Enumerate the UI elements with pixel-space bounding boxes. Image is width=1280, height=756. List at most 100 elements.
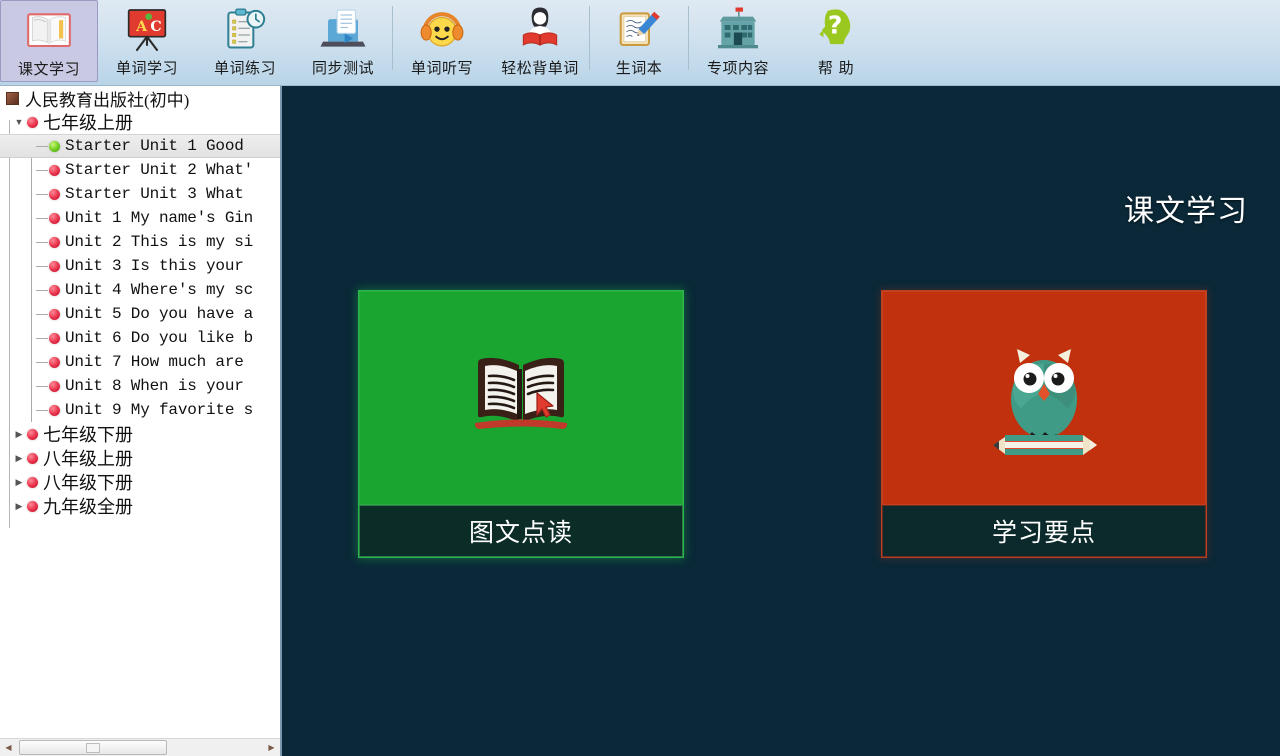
tree-node-grade-4[interactable]: ▶ 九年级全册 bbox=[0, 494, 280, 518]
tree-node-unit-11[interactable]: Unit 9 My favorite s bbox=[0, 398, 280, 422]
node-bullet-icon bbox=[49, 380, 60, 392]
toolbar-button-word-study[interactable]: A C 单词学习 bbox=[98, 0, 196, 82]
tree-node-unit-6[interactable]: Unit 4 Where's my sc bbox=[0, 278, 280, 302]
card-grid: 图文点读 学习要点 bbox=[284, 86, 1280, 756]
scrollbar-thumb[interactable] bbox=[19, 740, 167, 755]
node-bullet-icon bbox=[49, 308, 60, 320]
tree-node-label: Unit 9 My favorite s bbox=[65, 401, 254, 419]
tree-node-label: 八年级上册 bbox=[43, 449, 133, 469]
tree-node-label: 八年级下册 bbox=[43, 473, 133, 493]
tree-connector bbox=[36, 289, 48, 291]
content-panel: 课文学习 图文点读 学习要点 bbox=[284, 86, 1280, 756]
toolbar-label: 课文学习 bbox=[17, 60, 80, 78]
tree-connector bbox=[36, 385, 48, 387]
tree-node-label: Unit 2 This is my si bbox=[65, 233, 254, 251]
tree-connector bbox=[36, 313, 48, 315]
tree-connector bbox=[36, 169, 48, 171]
card-caption: 图文点读 bbox=[359, 505, 683, 557]
laptop-document-play-icon bbox=[320, 9, 366, 47]
toolbar-label: 生词本 bbox=[615, 59, 663, 77]
node-bullet-icon bbox=[49, 260, 60, 272]
toolbar-button-sync-test[interactable]: 同步测试 bbox=[294, 0, 392, 82]
tree-node-unit-8[interactable]: Unit 6 Do you like b bbox=[0, 326, 280, 350]
tree-connector bbox=[36, 265, 48, 267]
tree-node-grade-3[interactable]: ▶ 八年级下册 bbox=[0, 470, 280, 494]
toolbar-button-vocabulary-notebook[interactable]: 生词本 bbox=[590, 0, 688, 82]
tree-node-unit-2[interactable]: Starter Unit 3 What bbox=[0, 182, 280, 206]
tree-node-unit-7[interactable]: Unit 5 Do you have a bbox=[0, 302, 280, 326]
tree-node-label: 人民教育出版社(初中) bbox=[25, 90, 190, 110]
toolbar-button-word-practice[interactable]: 单词练习 bbox=[196, 0, 294, 82]
tree-node-publisher[interactable]: 人民教育出版社(初中) bbox=[0, 86, 280, 110]
node-bullet-icon bbox=[49, 164, 60, 176]
open-book-cursor-icon bbox=[474, 357, 568, 429]
card-study-key-points[interactable]: 学习要点 bbox=[882, 291, 1206, 557]
node-bullet-icon bbox=[49, 188, 60, 200]
toolbar-button-dictation[interactable]: 单词听写 bbox=[393, 0, 491, 82]
svg-text:?: ? bbox=[828, 10, 843, 39]
toolbar-label: 同步测试 bbox=[311, 59, 374, 77]
tree-node-unit-10[interactable]: Unit 8 When is your bbox=[0, 374, 280, 398]
node-bullet-icon bbox=[49, 284, 60, 296]
sidebar-horizontal-scrollbar[interactable]: ◀ ▶ bbox=[0, 738, 280, 756]
application-window: 课文学习 A C 单词学习 单词练习 同步测试 单词听写 轻松背单词 生词本 专… bbox=[0, 0, 1280, 756]
tree-node-unit-9[interactable]: Unit 7 How much are bbox=[0, 350, 280, 374]
tree-node-grade-1[interactable]: ▶ 七年级下册 bbox=[0, 422, 280, 446]
tree-node-unit-0[interactable]: Starter Unit 1 Good bbox=[0, 134, 280, 158]
tree-connector bbox=[36, 241, 48, 243]
scrollbar-track[interactable] bbox=[167, 739, 263, 756]
toolbar-button-memorize-words[interactable]: 轻松背单词 bbox=[491, 0, 589, 82]
node-bullet-icon bbox=[49, 212, 60, 224]
scroll-left-arrow-icon[interactable]: ◀ bbox=[0, 739, 17, 756]
tree-node-label: 七年级下册 bbox=[43, 425, 133, 445]
tree-node-unit-3[interactable]: Unit 1 My name's Gin bbox=[0, 206, 280, 230]
scroll-right-arrow-icon[interactable]: ▶ bbox=[263, 739, 280, 756]
toolbar-button-special-content[interactable]: 专项内容 bbox=[689, 0, 787, 82]
svg-text:C: C bbox=[150, 19, 161, 35]
toolbar-button-help[interactable]: ? 帮 助 bbox=[787, 0, 885, 82]
tree-node-label: Unit 7 How much are bbox=[65, 353, 244, 371]
tree-node-unit-4[interactable]: Unit 2 This is my si bbox=[0, 230, 280, 254]
main-toolbar: 课文学习 A C 单词学习 单词练习 同步测试 单词听写 轻松背单词 生词本 专… bbox=[0, 0, 1280, 86]
card-picture-text-reading[interactable]: 图文点读 bbox=[359, 291, 683, 557]
owl-on-pencil-icon bbox=[993, 348, 1097, 455]
tree-connector bbox=[36, 337, 48, 339]
tree-node-label: Unit 1 My name's Gin bbox=[65, 209, 254, 227]
tree-connector bbox=[36, 193, 48, 195]
chevron-right-icon[interactable]: ▶ bbox=[14, 453, 24, 463]
card-image bbox=[359, 291, 683, 505]
tree-node-label: Unit 4 Where's my sc bbox=[65, 281, 254, 299]
toolbar-label: 单词练习 bbox=[213, 59, 276, 77]
chevron-right-icon[interactable]: ▶ bbox=[14, 501, 24, 511]
toolbar-label: 专项内容 bbox=[706, 59, 769, 77]
tree-node-unit-5[interactable]: Unit 3 Is this your bbox=[0, 254, 280, 278]
node-bullet-icon bbox=[49, 404, 60, 416]
clipboard-clock-icon bbox=[227, 8, 266, 49]
toolbar-button-text-study[interactable]: 课文学习 bbox=[0, 0, 98, 82]
toolbar-label: 单词学习 bbox=[115, 59, 178, 77]
chevron-right-icon[interactable]: ▶ bbox=[14, 429, 24, 439]
tree-node-label: Starter Unit 1 Good bbox=[65, 137, 244, 155]
question-head-icon: ? bbox=[819, 9, 851, 45]
notebook-pencil-icon bbox=[619, 11, 660, 46]
school-building-icon bbox=[718, 7, 758, 49]
tree-node-grade-2[interactable]: ▶ 八年级上册 bbox=[0, 446, 280, 470]
card-image bbox=[882, 291, 1206, 505]
node-bullet-icon bbox=[49, 332, 60, 344]
tree-node-label: Unit 8 When is your bbox=[65, 377, 244, 395]
tree-node-label: Unit 3 Is this your bbox=[65, 257, 244, 275]
tree-node-label: Starter Unit 3 What bbox=[65, 185, 244, 203]
chevron-down-icon[interactable]: ▼ bbox=[14, 117, 24, 127]
textbook-tree[interactable]: 人民教育出版社(初中) ▼ 七年级上册 Starter Unit 1 Good … bbox=[0, 86, 280, 738]
tree-node-label: 九年级全册 bbox=[43, 497, 133, 517]
node-bullet-icon bbox=[49, 236, 60, 248]
tree-node-grade-0[interactable]: ▼ 七年级上册 bbox=[0, 110, 280, 134]
tree-node-unit-1[interactable]: Starter Unit 2 What' bbox=[0, 158, 280, 182]
tree-connector bbox=[36, 145, 48, 147]
chevron-right-icon[interactable]: ▶ bbox=[14, 477, 24, 487]
navigation-sidebar: 人民教育出版社(初中) ▼ 七年级上册 Starter Unit 1 Good … bbox=[0, 86, 282, 756]
svg-text:A: A bbox=[135, 19, 148, 35]
tree-connector bbox=[36, 409, 48, 411]
open-book-icon bbox=[27, 13, 71, 48]
node-bullet-icon bbox=[49, 356, 60, 368]
